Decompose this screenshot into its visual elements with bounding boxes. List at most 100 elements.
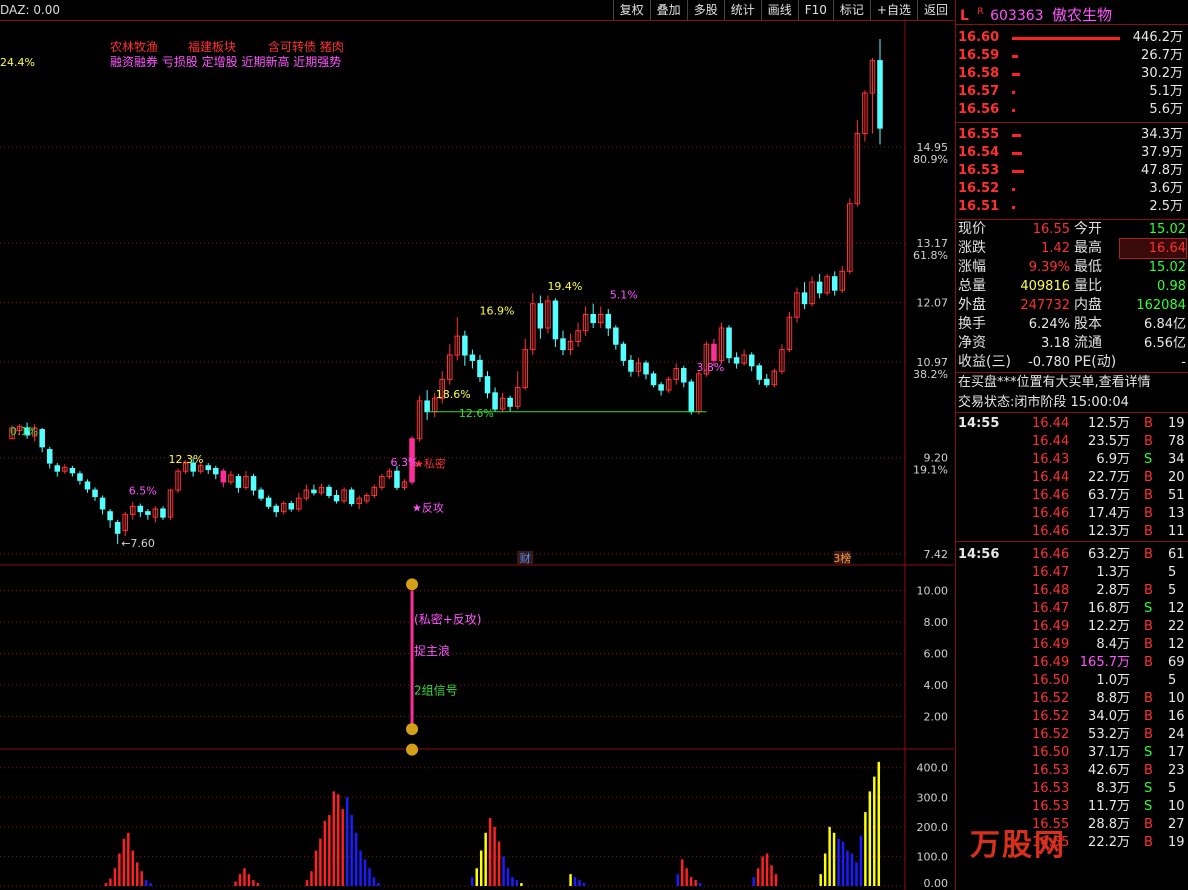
stat-value: 1.42 — [1041, 241, 1070, 256]
candle-body[interactable] — [348, 489, 355, 505]
price-annotation: 19.4% — [547, 280, 582, 293]
candle-body[interactable] — [620, 343, 627, 361]
big-order-notice[interactable]: 在买盘***位置有大买单,查看详情 — [956, 373, 1188, 393]
candle-body[interactable] — [748, 354, 755, 367]
orderbook-row[interactable]: 16.54 37.9万 — [956, 144, 1188, 162]
candle-body[interactable] — [613, 327, 619, 345]
concept-tags-secondary[interactable]: 融资融券 亏损股 定增股 近期新高 近期强势 — [110, 54, 341, 69]
candle-body[interactable] — [711, 343, 717, 361]
toolbar-button[interactable]: 统计 — [723, 0, 761, 20]
candle-body[interactable] — [114, 521, 121, 534]
candle-body[interactable] — [643, 362, 649, 375]
concept-tag[interactable]: 福建板块 — [188, 39, 236, 54]
tick-list[interactable]: 14:55 16.44 12.5万 B 19 16.44 23.5万 B 78 16.43 6.9万… — [956, 415, 1188, 852]
concept-tag[interactable]: 含可转债 猪肉 — [268, 39, 344, 54]
candle-body[interactable] — [54, 465, 61, 472]
candle-body[interactable] — [145, 511, 151, 515]
concept-tag[interactable]: 农林牧渔 — [110, 40, 158, 54]
candle-body[interactable] — [877, 60, 883, 129]
candle-body[interactable] — [92, 489, 98, 498]
candle-body[interactable] — [801, 292, 808, 305]
candle-body[interactable] — [311, 489, 317, 494]
orderbook-row[interactable]: 16.53 47.8万 — [956, 162, 1188, 180]
orderbook-volume: 26.7万 — [1141, 48, 1183, 63]
candle-body[interactable] — [265, 497, 272, 507]
candle-body[interactable] — [560, 338, 566, 351]
candle-body[interactable] — [160, 508, 166, 518]
candle-body[interactable] — [424, 400, 430, 413]
candle-body[interactable] — [394, 470, 400, 488]
candle-body[interactable] — [258, 489, 264, 499]
orderbook-row[interactable]: 16.57 5.1万 — [956, 83, 1188, 101]
candle-body[interactable] — [477, 359, 483, 378]
toolbar-button[interactable]: 返回 — [916, 0, 954, 20]
candle-body[interactable] — [688, 381, 695, 413]
stock-name[interactable]: 傲农生物 — [1052, 6, 1112, 24]
candle-body[interactable] — [469, 354, 476, 361]
orderbook-row[interactable]: 16.60 446.2万 — [956, 29, 1188, 47]
candle-body[interactable] — [213, 467, 219, 475]
candle-body[interactable] — [205, 465, 212, 471]
stat-value: 409816 — [1020, 279, 1070, 294]
candle-body[interactable] — [288, 503, 295, 510]
candle-body[interactable] — [552, 300, 559, 340]
orderbook-row[interactable]: 16.52 3.6万 — [956, 180, 1188, 198]
stock-code[interactable]: 603363 — [990, 8, 1043, 24]
orderbook-row[interactable]: 16.56 5.6万 — [956, 101, 1188, 119]
candle-body[interactable] — [537, 303, 544, 329]
volume-bar — [761, 856, 764, 886]
candle-body[interactable] — [333, 494, 340, 502]
candle-body[interactable] — [726, 327, 732, 359]
candle-body[interactable] — [658, 384, 664, 391]
orderbook-row[interactable]: 16.59 26.7万 — [956, 47, 1188, 65]
candle-body[interactable] — [816, 281, 823, 294]
toolbar-button[interactable]: +自选 — [869, 0, 917, 20]
event-marker[interactable]: 3榜 — [833, 551, 851, 565]
orderbook-row[interactable]: 16.51 2.5万 — [956, 198, 1188, 216]
candle-body[interactable] — [46, 449, 53, 464]
orderbook-row[interactable]: 16.58 30.2万 — [956, 65, 1188, 83]
toolbar-button[interactable]: 叠加 — [649, 0, 687, 20]
volume-bar — [136, 862, 139, 886]
candle-body[interactable] — [590, 314, 596, 324]
candle-body[interactable] — [137, 505, 144, 513]
candle-body[interactable] — [39, 429, 45, 448]
kline-chart[interactable]: 14.9580.9%13.1761.8%12.0710.9738.2%9.201… — [0, 21, 954, 890]
candle-body[interactable] — [250, 476, 257, 491]
candle-body[interactable] — [77, 473, 83, 481]
candle-body[interactable] — [507, 397, 513, 407]
toolbar-button[interactable]: 复权 — [612, 0, 650, 20]
candle-body[interactable] — [605, 314, 612, 329]
candle-body[interactable] — [273, 505, 279, 513]
candle-body[interactable] — [107, 511, 113, 521]
volume-bar — [877, 761, 880, 886]
volume-bar — [328, 815, 331, 886]
candle-body[interactable] — [764, 378, 770, 386]
candle-body[interactable] — [69, 467, 76, 474]
candle-body[interactable] — [235, 476, 242, 488]
candle-body[interactable] — [326, 486, 332, 496]
tick-side: B — [1144, 655, 1153, 670]
candle-body[interactable] — [650, 373, 657, 386]
volume-bar — [873, 776, 876, 886]
candle-body[interactable] — [831, 276, 838, 291]
tick-volume: 28.8万 — [1088, 817, 1130, 832]
candle-body[interactable] — [220, 470, 227, 483]
candle-body[interactable] — [462, 335, 468, 356]
candle-body[interactable] — [680, 368, 687, 383]
tick-volume: 53.2万 — [1088, 727, 1130, 742]
candle-body[interactable] — [484, 376, 491, 394]
toolbar-button[interactable]: 多股 — [686, 0, 724, 20]
chart-annotations: 0.1%6.5%12.3%←7.606.3%★私密★反攻18.6%12.6%16… — [0, 56, 851, 565]
orderbook-row[interactable]: 16.55 34.3万 — [956, 126, 1188, 144]
toolbar-button[interactable]: 标记 — [832, 0, 870, 20]
candle-body[interactable] — [733, 357, 740, 364]
stat-label: 量比 — [1074, 278, 1102, 294]
event-marker[interactable]: 财 — [520, 551, 531, 565]
candle-body[interactable] — [756, 365, 762, 380]
candle-body[interactable] — [628, 359, 634, 372]
toolbar-button[interactable]: F10 — [797, 0, 833, 20]
candle-body[interactable] — [99, 497, 106, 510]
candle-body[interactable] — [84, 481, 91, 490]
toolbar-button[interactable]: 画线 — [760, 0, 798, 20]
